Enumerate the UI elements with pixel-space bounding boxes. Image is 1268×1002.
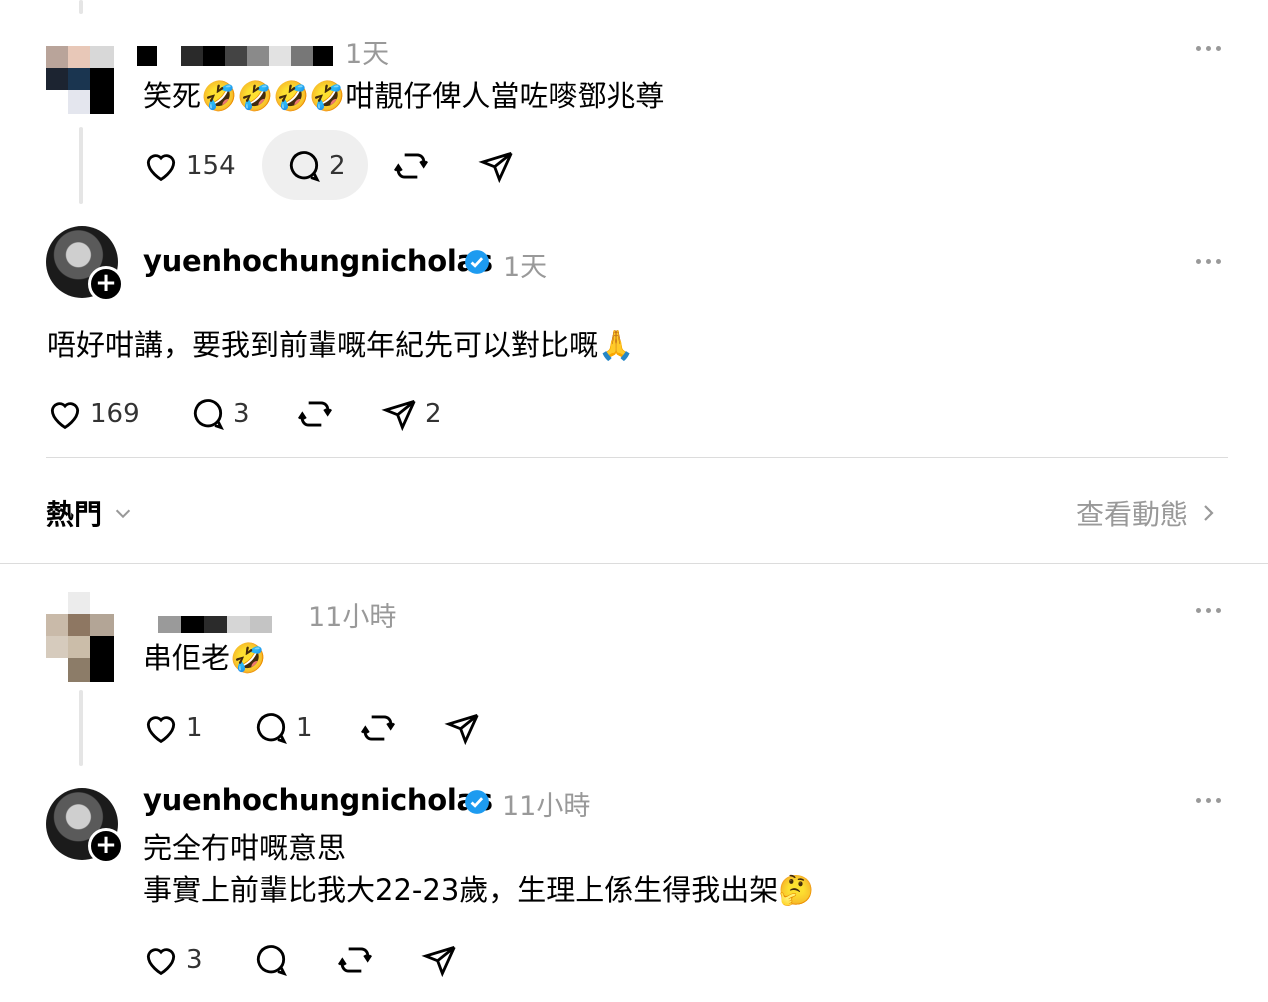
share-icon <box>381 399 416 432</box>
heart-icon <box>146 154 176 182</box>
view-activity-link[interactable]: 查看動態 <box>1076 493 1220 533</box>
like-button[interactable]: 1 <box>142 708 203 748</box>
thread-line <box>79 690 83 766</box>
repost-icon <box>393 153 429 179</box>
repost-icon <box>297 401 333 427</box>
repost-button[interactable] <box>336 940 374 980</box>
reply-text-line1: 完全冇咁嘅意思 <box>143 831 347 865</box>
heart-icon <box>146 948 176 976</box>
avatar[interactable] <box>46 46 114 114</box>
username[interactable]: yuenhochungnicholas <box>143 783 493 817</box>
like-count: 169 <box>90 399 140 429</box>
reply-text-line2: 事實上前輩比我大22-23歲，生理上係生得我出架🤔 <box>143 873 815 907</box>
comment-icon <box>256 713 287 745</box>
username[interactable]: yuenhochungnicholas <box>143 244 493 278</box>
share-icon <box>421 945 456 978</box>
share-button[interactable]: 2 <box>381 394 442 434</box>
repost-button[interactable] <box>392 146 430 186</box>
share-icon <box>444 713 479 746</box>
like-button[interactable]: 154 <box>142 146 236 186</box>
chevron-right-icon <box>1204 505 1214 521</box>
heart-icon <box>50 402 80 430</box>
comment-icon <box>256 945 287 977</box>
thread-line <box>79 0 83 14</box>
chevron-down-icon <box>115 509 131 519</box>
verified-badge-icon <box>465 250 489 274</box>
share-count: 2 <box>425 399 442 429</box>
reply-count: 1 <box>296 713 313 743</box>
share-icon <box>478 151 513 184</box>
divider <box>46 457 1228 458</box>
repost-button[interactable] <box>359 708 397 748</box>
avatar[interactable] <box>46 592 114 682</box>
repost-icon <box>337 947 373 973</box>
reply-button[interactable] <box>252 940 290 980</box>
follow-plus-icon[interactable]: + <box>88 828 124 864</box>
reply-button[interactable]: 2 <box>285 146 346 186</box>
comment-icon <box>289 151 320 183</box>
username-pixelated[interactable] <box>158 616 272 633</box>
reply-button[interactable]: 1 <box>252 708 313 748</box>
more-icon[interactable] <box>1196 608 1221 613</box>
view-activity-label: 查看動態 <box>1076 498 1189 531</box>
heart-icon <box>146 716 176 744</box>
more-icon[interactable] <box>1196 259 1221 264</box>
repost-button[interactable] <box>296 394 334 434</box>
like-button[interactable]: 3 <box>142 940 203 980</box>
sort-label: 熱門 <box>46 498 103 531</box>
repost-icon <box>360 715 396 741</box>
sort-dropdown[interactable]: 熱門 <box>46 493 134 533</box>
username-pixelated[interactable] <box>137 46 335 66</box>
like-count: 1 <box>186 713 203 743</box>
reply-count: 3 <box>233 399 250 429</box>
reply-text: 唔好咁講，要我到前輩嘅年紀先可以對比嘅🙏 <box>47 328 635 362</box>
more-icon[interactable] <box>1196 46 1221 51</box>
divider <box>0 563 1268 564</box>
share-button[interactable] <box>478 146 516 186</box>
comment-time: 1天 <box>345 39 390 70</box>
thread-line <box>79 127 83 204</box>
comment-text: 笑死🤣🤣🤣🤣咁靚仔俾人當咗嘜鄧兆尊 <box>143 79 665 113</box>
reply-time: 11小時 <box>502 791 591 822</box>
share-button[interactable] <box>421 940 459 980</box>
reply-time: 1天 <box>503 252 548 283</box>
reply-button[interactable]: 3 <box>189 394 250 434</box>
like-button[interactable]: 169 <box>46 394 140 434</box>
comment-time: 11小時 <box>308 602 397 633</box>
like-count: 3 <box>186 945 203 975</box>
comment-icon <box>193 399 224 431</box>
like-count: 154 <box>186 151 236 181</box>
more-icon[interactable] <box>1196 798 1221 803</box>
share-button[interactable] <box>444 708 482 748</box>
verified-badge-icon <box>465 790 489 814</box>
comment-text: 串佢老🤣 <box>143 641 267 675</box>
follow-plus-icon[interactable]: + <box>88 266 124 302</box>
reply-count: 2 <box>329 151 346 181</box>
